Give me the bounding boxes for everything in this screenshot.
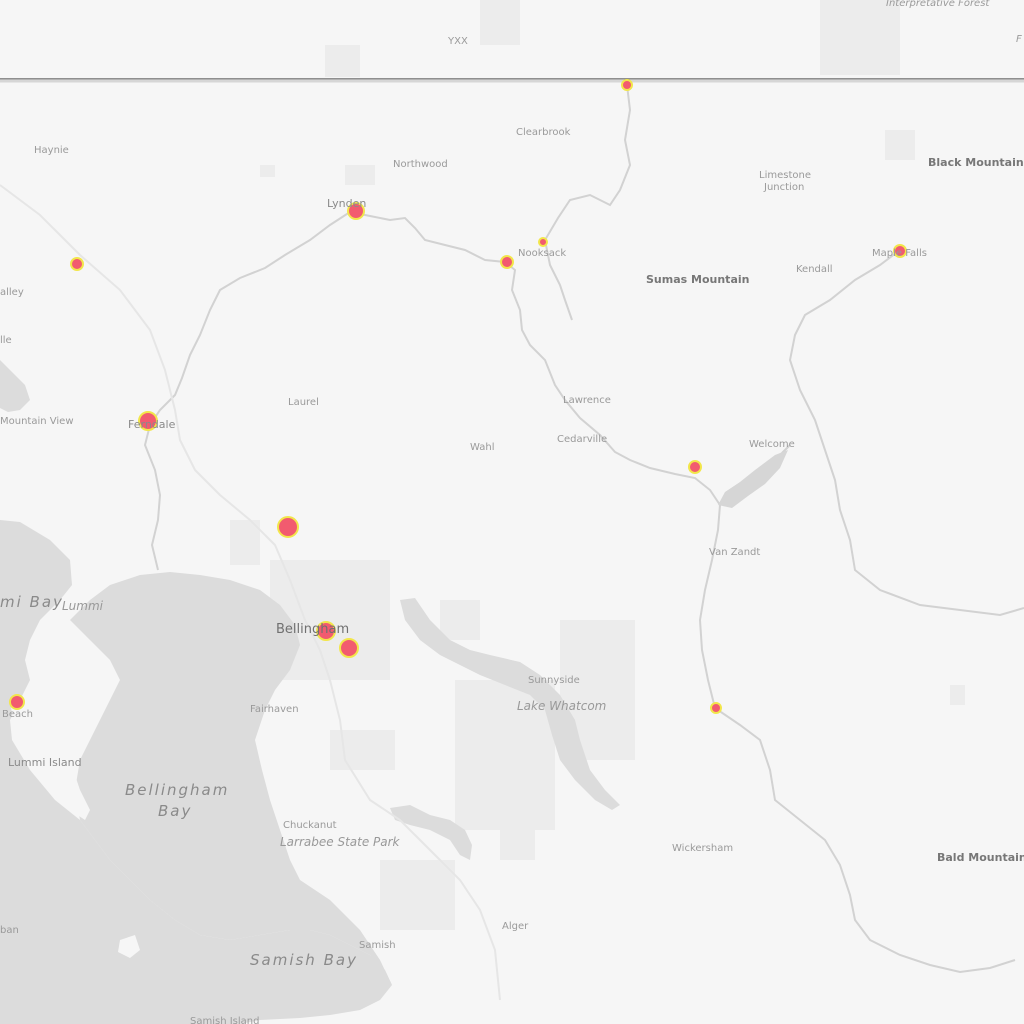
label-fairhaven: Fairhaven <box>250 704 299 715</box>
label-sumas-mountain: Sumas Mountain <box>646 273 749 286</box>
label-ban: ban <box>0 925 19 936</box>
label-welcome: Welcome <box>749 439 795 450</box>
label-limestone-1: Limestone <box>759 170 811 181</box>
label-maple-falls: Maple Falls <box>872 248 927 259</box>
label-bellingham-bay-1: Bellingham <box>125 781 229 799</box>
label-limestone-2: Junction <box>763 182 804 193</box>
label-sunnyside: Sunnyside <box>528 675 580 686</box>
map-svg: YXX Interpretative Forest F Clearbrook H… <box>0 0 1024 1024</box>
label-lynden: Lynden <box>327 197 366 210</box>
label-lle: lle <box>0 335 12 346</box>
label-bellingham-bay-2: Bay <box>158 802 192 820</box>
label-lawrence: Lawrence <box>563 395 611 406</box>
label-yxx: YXX <box>447 36 468 47</box>
label-haynie: Haynie <box>34 145 69 156</box>
label-cedarville: Cedarville <box>557 434 607 445</box>
map-canvas[interactable]: YXX Interpretative Forest F Clearbrook H… <box>0 0 1024 1024</box>
label-northwood: Northwood <box>393 159 448 170</box>
label-kendall: Kendall <box>796 264 833 275</box>
map-marker[interactable] <box>710 702 722 714</box>
label-beach: Beach <box>2 709 33 720</box>
label-wahl: Wahl <box>470 442 495 453</box>
label-f: F <box>1016 34 1022 45</box>
map-marker[interactable] <box>688 460 702 474</box>
label-clearbrook: Clearbrook <box>516 127 571 138</box>
map-marker[interactable] <box>9 694 25 710</box>
map-marker[interactable] <box>339 638 359 658</box>
map-marker[interactable] <box>70 257 84 271</box>
label-laurel: Laurel <box>288 397 319 408</box>
map-marker[interactable] <box>538 237 548 247</box>
label-lake-whatcom: Lake Whatcom <box>517 699 606 713</box>
label-ferndale: Ferndale <box>128 418 176 431</box>
river-water <box>718 450 788 508</box>
map-marker[interactable] <box>277 516 299 538</box>
label-wickersham: Wickersham <box>672 843 733 854</box>
label-lummi: Lummi <box>62 599 104 613</box>
label-alger: Alger <box>502 921 529 932</box>
label-black-mountain: Black Mountain <box>928 156 1024 169</box>
label-larrabee: Larrabee State Park <box>280 835 401 849</box>
map-marker[interactable] <box>500 255 514 269</box>
label-bellingham: Bellingham <box>276 622 349 637</box>
label-samish-bay: Samish Bay <box>250 951 358 969</box>
label-van-zandt: Van Zandt <box>709 547 760 558</box>
label-bald-mountain: Bald Mountain <box>937 851 1024 864</box>
map-marker[interactable] <box>621 79 633 91</box>
label-nooksack: Nooksack <box>518 248 566 259</box>
label-lummi-island: Lummi Island <box>8 756 82 769</box>
label-samish-island: Samish Island <box>190 1016 259 1024</box>
label-samish: Samish <box>359 940 396 951</box>
label-interpretive-forest: Interpretative Forest <box>886 0 990 9</box>
label-mountain-view: Mountain View <box>0 416 74 427</box>
label-lummi-bay: mi Bay <box>0 593 64 611</box>
label-valley: alley <box>0 287 24 298</box>
label-chuckanut: Chuckanut <box>283 820 337 831</box>
